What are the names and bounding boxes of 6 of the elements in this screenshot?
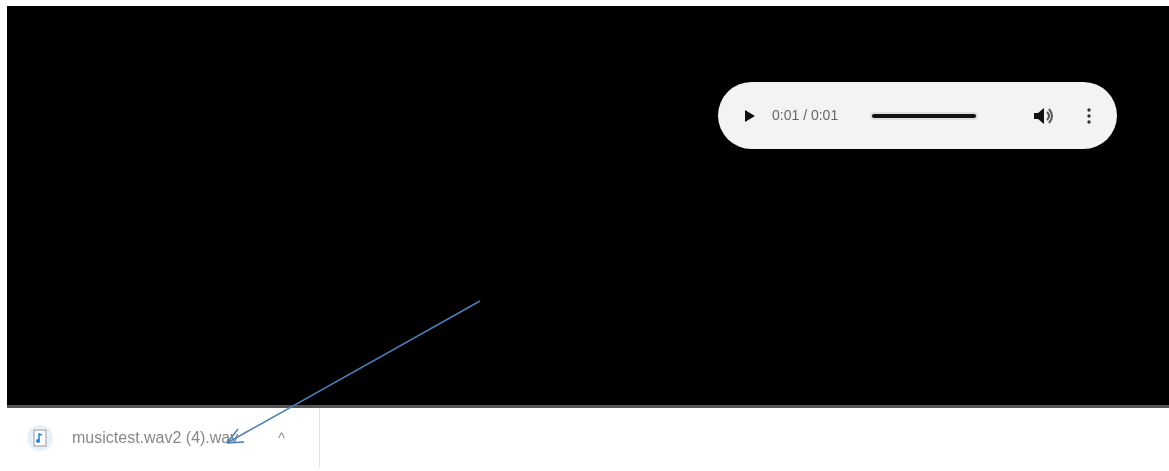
more-icon[interactable] (1087, 107, 1091, 124)
audio-file-icon (26, 424, 54, 452)
time-display: 0:01 / 0:01 (772, 106, 839, 125)
expand-button[interactable]: ^ (270, 426, 291, 450)
play-icon[interactable] (744, 108, 756, 123)
volume-icon[interactable] (1033, 106, 1055, 125)
